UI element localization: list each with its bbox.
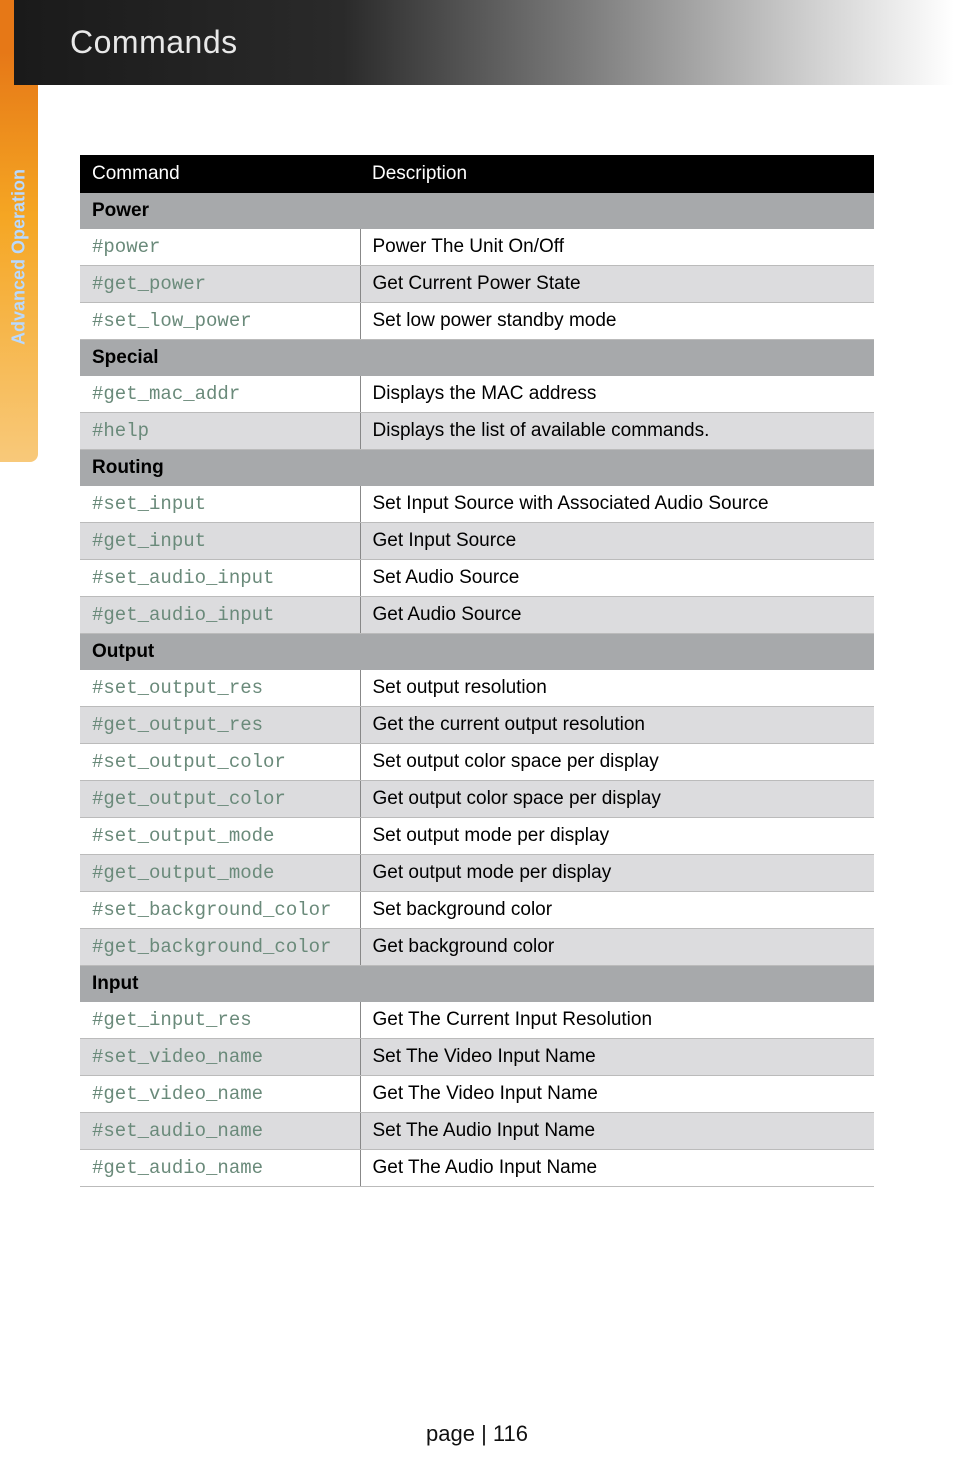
table-row: #set_low_powerSet low power standby mode — [80, 303, 874, 340]
description-cell: Set output resolution — [360, 670, 874, 707]
description-cell: Set Input Source with Associated Audio S… — [360, 486, 874, 523]
description-cell: Get background color — [360, 929, 874, 966]
section-title: Output — [80, 634, 874, 671]
command-cell[interactable]: #get_audio_input — [80, 597, 360, 634]
description-cell: Get The Current Input Resolution — [360, 1002, 874, 1039]
table-row: #get_output_modeGet output mode per disp… — [80, 855, 874, 892]
section-title: Power — [80, 193, 874, 229]
table-row: #get_output_colorGet output color space … — [80, 781, 874, 818]
command-cell[interactable]: #set_output_color — [80, 744, 360, 781]
table-row: #get_input_resGet The Current Input Reso… — [80, 1002, 874, 1039]
command-cell[interactable]: #get_input_res — [80, 1002, 360, 1039]
table-row: #set_output_resSet output resolution — [80, 670, 874, 707]
table-row: #set_output_colorSet output color space … — [80, 744, 874, 781]
table-row: #set_audio_inputSet Audio Source — [80, 560, 874, 597]
description-cell: Get Current Power State — [360, 266, 874, 303]
col-header-description: Description — [360, 155, 874, 193]
description-cell: Displays the MAC address — [360, 376, 874, 413]
section-title: Special — [80, 340, 874, 377]
command-cell[interactable]: #get_audio_name — [80, 1150, 360, 1187]
side-tab: Advanced Operation — [0, 52, 38, 462]
description-cell: Set low power standby mode — [360, 303, 874, 340]
section-header: Output — [80, 634, 874, 671]
description-cell: Get Audio Source — [360, 597, 874, 634]
table-row: #get_output_resGet the current output re… — [80, 707, 874, 744]
description-cell: Get The Video Input Name — [360, 1076, 874, 1113]
table-row: #set_output_modeSet output mode per disp… — [80, 818, 874, 855]
page-footer: page | 116 — [0, 1421, 954, 1447]
table-row: #get_video_nameGet The Video Input Name — [80, 1076, 874, 1113]
section-header: Special — [80, 340, 874, 377]
command-cell[interactable]: #set_video_name — [80, 1039, 360, 1076]
section-title: Input — [80, 966, 874, 1003]
table-header-row: Command Description — [80, 155, 874, 193]
table-row: #helpDisplays the list of available comm… — [80, 413, 874, 450]
page-title: Commands — [70, 24, 238, 61]
description-cell: Get The Audio Input Name — [360, 1150, 874, 1187]
col-header-command: Command — [80, 155, 360, 193]
section-header: Power — [80, 193, 874, 229]
description-cell: Set output color space per display — [360, 744, 874, 781]
command-cell[interactable]: #set_low_power — [80, 303, 360, 340]
section-header: Input — [80, 966, 874, 1003]
table-row: #set_video_nameSet The Video Input Name — [80, 1039, 874, 1076]
command-cell[interactable]: #set_output_mode — [80, 818, 360, 855]
command-cell[interactable]: #help — [80, 413, 360, 450]
section-header: Routing — [80, 450, 874, 487]
table-row: #get_inputGet Input Source — [80, 523, 874, 560]
command-cell[interactable]: #set_audio_name — [80, 1113, 360, 1150]
command-cell[interactable]: #get_mac_addr — [80, 376, 360, 413]
description-cell: Set output mode per display — [360, 818, 874, 855]
description-cell: Set The Video Input Name — [360, 1039, 874, 1076]
description-cell: Get output mode per display — [360, 855, 874, 892]
command-cell[interactable]: #power — [80, 229, 360, 266]
description-cell: Get Input Source — [360, 523, 874, 560]
table-row: #get_powerGet Current Power State — [80, 266, 874, 303]
command-cell[interactable]: #get_input — [80, 523, 360, 560]
description-cell: Get output color space per display — [360, 781, 874, 818]
table-row: #get_mac_addrDisplays the MAC address — [80, 376, 874, 413]
table-row: #set_audio_nameSet The Audio Input Name — [80, 1113, 874, 1150]
section-title: Routing — [80, 450, 874, 487]
header-band: Commands — [14, 0, 954, 85]
table-row: #powerPower The Unit On/Off — [80, 229, 874, 266]
description-cell: Displays the list of available commands. — [360, 413, 874, 450]
command-cell[interactable]: #get_output_mode — [80, 855, 360, 892]
description-cell: Power The Unit On/Off — [360, 229, 874, 266]
commands-table: Command Description Power#powerPower The… — [80, 155, 874, 1187]
side-tab-label: Advanced Operation — [9, 169, 30, 345]
command-cell[interactable]: #get_output_res — [80, 707, 360, 744]
command-cell[interactable]: #get_output_color — [80, 781, 360, 818]
table-row: #get_background_colorGet background colo… — [80, 929, 874, 966]
content-area: Command Description Power#powerPower The… — [80, 155, 874, 1187]
description-cell: Set Audio Source — [360, 560, 874, 597]
description-cell: Get the current output resolution — [360, 707, 874, 744]
description-cell: Set background color — [360, 892, 874, 929]
table-row: #get_audio_inputGet Audio Source — [80, 597, 874, 634]
command-cell[interactable]: #set_input — [80, 486, 360, 523]
table-row: #set_inputSet Input Source with Associat… — [80, 486, 874, 523]
command-cell[interactable]: #get_power — [80, 266, 360, 303]
accent-bar — [0, 0, 14, 52]
command-cell[interactable]: #set_audio_input — [80, 560, 360, 597]
table-row: #set_background_colorSet background colo… — [80, 892, 874, 929]
table-row: #get_audio_nameGet The Audio Input Name — [80, 1150, 874, 1187]
command-cell[interactable]: #set_output_res — [80, 670, 360, 707]
command-cell[interactable]: #set_background_color — [80, 892, 360, 929]
description-cell: Set The Audio Input Name — [360, 1113, 874, 1150]
command-cell[interactable]: #get_background_color — [80, 929, 360, 966]
command-cell[interactable]: #get_video_name — [80, 1076, 360, 1113]
